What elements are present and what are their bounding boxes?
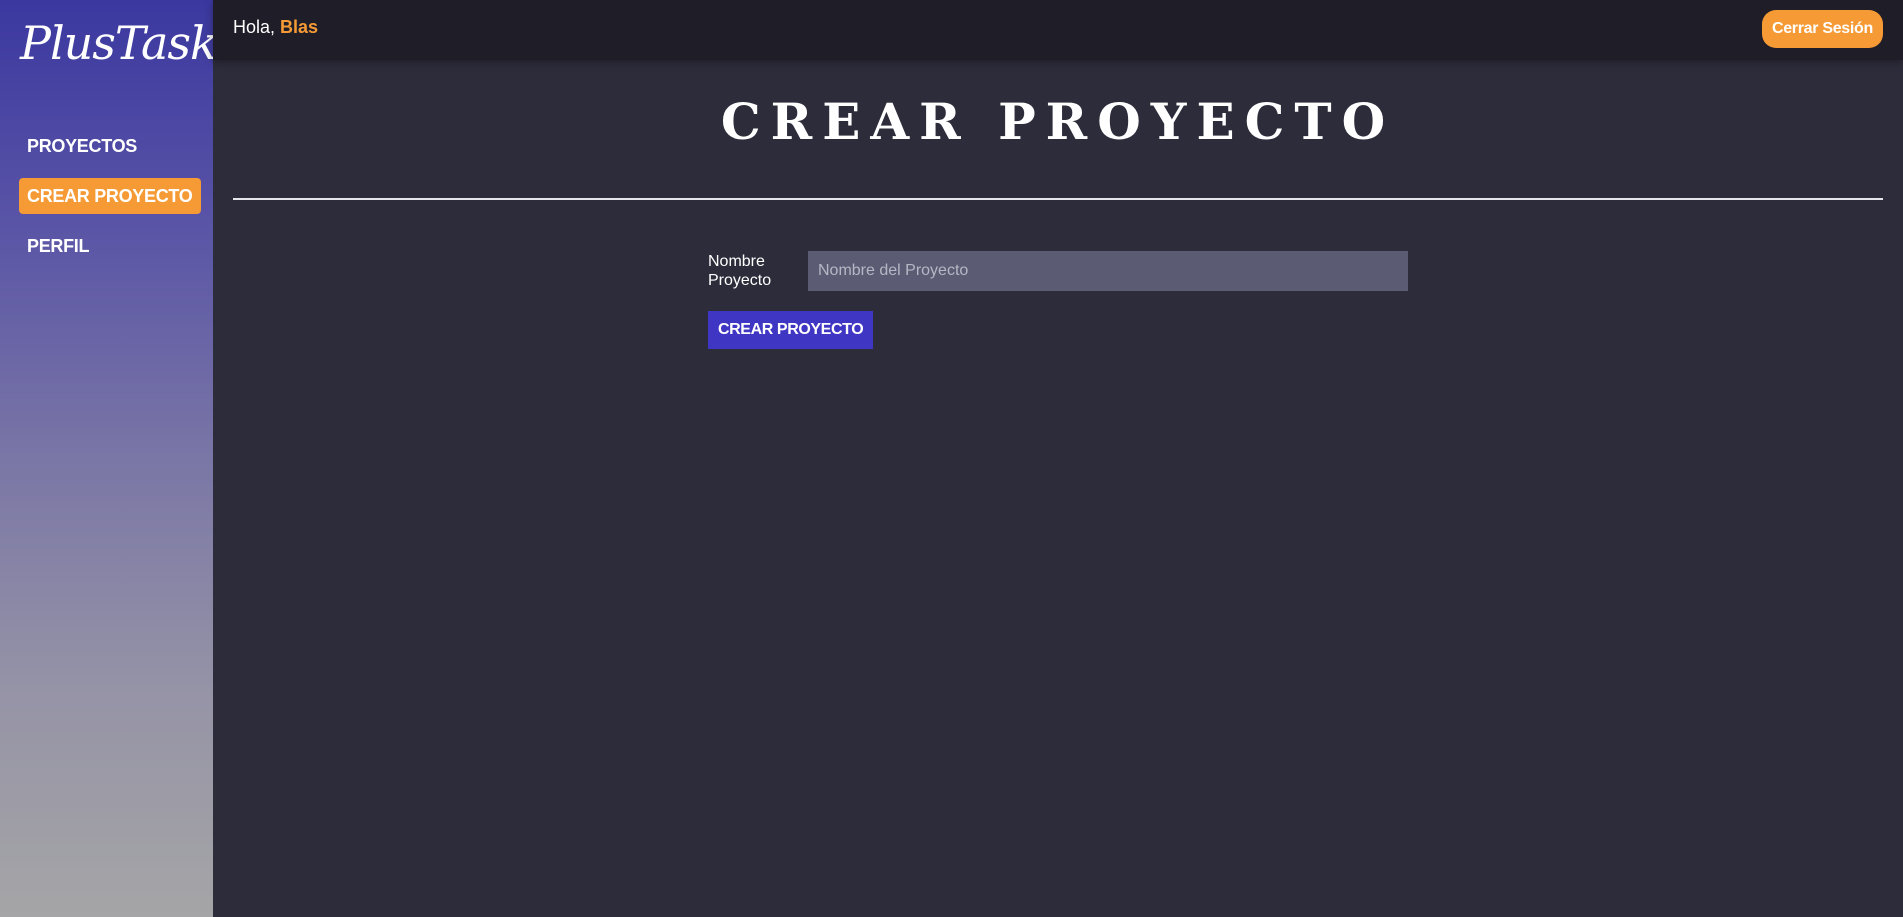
project-name-input[interactable] [808, 251, 1408, 291]
app-root: PlusTask PROYECTOS CREAR PROYECTO PERFIL… [0, 0, 1903, 917]
project-name-label: Nombre Proyecto [708, 253, 772, 289]
sidebar-nav: PROYECTOS CREAR PROYECTO PERFIL [19, 128, 201, 278]
user-name: Blas [280, 17, 319, 37]
create-project-form: Nombre Proyecto CREAR PROYECTO [708, 251, 1408, 349]
create-project-button[interactable]: CREAR PROYECTO [708, 311, 874, 349]
logout-button[interactable]: Cerrar Sesión [1761, 10, 1883, 48]
sidebar-item-perfil[interactable]: PERFIL [19, 228, 197, 264]
page-title: CREAR PROYECTO [720, 92, 1396, 151]
title-divider [233, 198, 1883, 200]
main-content: Hola, Blas Cerrar Sesión CREAR PROYECTO … [213, 0, 1903, 917]
project-name-row: Nombre Proyecto [708, 251, 1408, 291]
greeting: Hola, Blas [233, 17, 318, 38]
top-bar: Hola, Blas Cerrar Sesión [213, 0, 1903, 60]
sidebar-item-proyectos[interactable]: PROYECTOS [19, 128, 197, 164]
app-logo: PlusTask [20, 16, 218, 70]
sidebar: PlusTask PROYECTOS CREAR PROYECTO PERFIL [0, 0, 218, 917]
sidebar-item-crear-proyecto[interactable]: CREAR PROYECTO [19, 178, 201, 214]
greeting-text: Hola, [233, 17, 276, 37]
